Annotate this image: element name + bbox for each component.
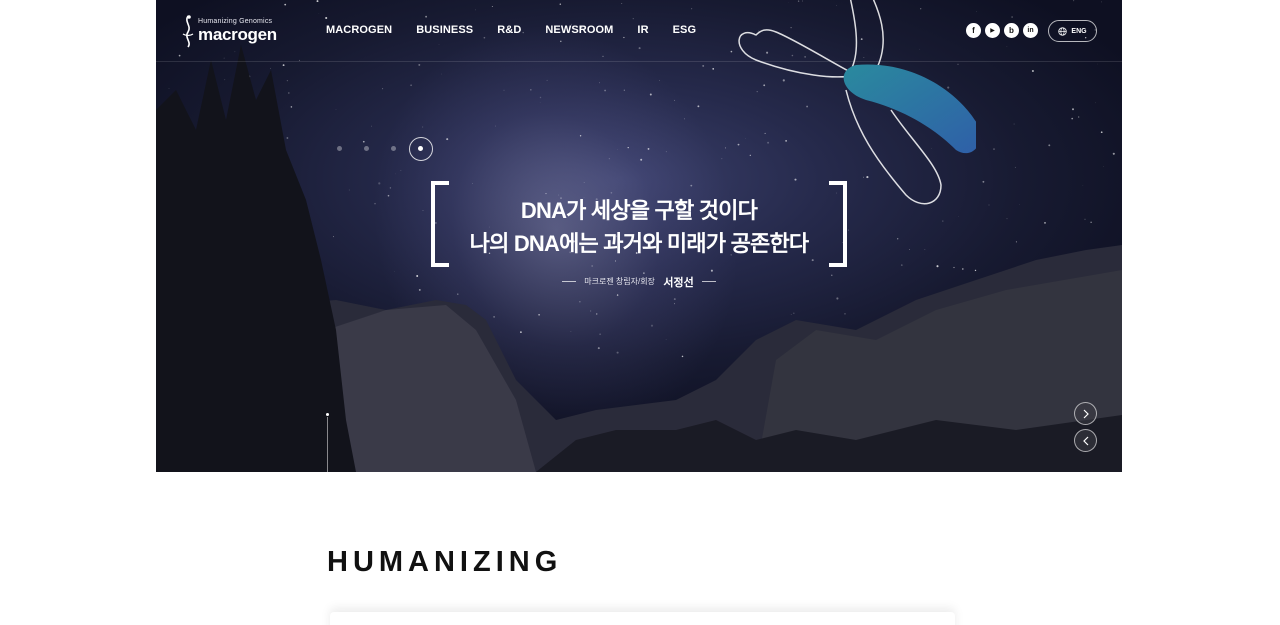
attribution-name: 서정선 — [663, 276, 694, 289]
facebook-icon[interactable]: f — [966, 23, 981, 38]
chevron-left-icon — [1082, 436, 1088, 445]
scroll-indicator-dot — [326, 413, 329, 416]
next-slide-button[interactable] — [1074, 402, 1097, 425]
macrogen-logo[interactable]: Humanizing Genomics macrogen — [180, 14, 290, 50]
nav-item-esg[interactable]: ESG — [673, 24, 697, 36]
hero-banner: Humanizing Genomics macrogen MACROGEN BU… — [156, 0, 1122, 472]
dna-figure-icon — [182, 15, 194, 48]
language-label: ENG — [1071, 27, 1087, 35]
language-button[interactable]: ENG — [1048, 20, 1097, 42]
linkedin-icon[interactable]: in — [1023, 23, 1038, 38]
youtube-icon[interactable]: ▶ — [985, 23, 1000, 38]
prev-slide-button[interactable] — [1074, 429, 1097, 452]
slide-dot-1[interactable] — [337, 146, 342, 151]
attribution-role: 마크로젠 창립자/회장 — [584, 277, 655, 287]
social-links: f ▶ b in — [966, 23, 1038, 38]
quote-attribution: 마크로젠 창립자/회장 서정선 — [446, 273, 832, 291]
quote-line-1: DNA가 세상을 구할 것이다 — [520, 198, 758, 223]
nav-item-macrogen[interactable]: MACROGEN — [326, 24, 392, 36]
content-card — [330, 612, 955, 625]
nav-item-business[interactable]: BUSINESS — [416, 24, 473, 36]
site-header: Humanizing Genomics macrogen MACROGEN BU… — [156, 0, 1122, 62]
chevron-right-icon — [1083, 409, 1089, 418]
globe-icon — [1058, 26, 1068, 36]
section-title: HUMANIZING — [327, 546, 563, 578]
slide-dot-4-active[interactable] — [418, 146, 423, 151]
quote-line-2: 나의 DNA에는 과거와 미래가 공존한다 — [469, 231, 809, 256]
main-nav: MACROGEN BUSINESS R&D NEWSROOM IR ESG — [326, 24, 696, 36]
logo-tagline: Humanizing Genomics — [198, 18, 273, 25]
scroll-indicator-line — [327, 417, 328, 472]
attribution-dash-left — [561, 281, 576, 283]
slide-dot-2[interactable] — [364, 146, 369, 151]
slide-dot-3[interactable] — [391, 146, 396, 151]
logo-wordmark: macrogen — [198, 25, 277, 44]
nav-item-ir[interactable]: IR — [637, 24, 648, 36]
slide-pagination — [336, 137, 436, 161]
nav-item-rnd[interactable]: R&D — [497, 24, 521, 36]
hero-quote: DNA가 세상을 구할 것이다 나의 DNA에는 과거와 미래가 공존한다 — [446, 194, 832, 260]
blog-icon[interactable]: b — [1004, 23, 1019, 38]
nav-item-newsroom[interactable]: NEWSROOM — [545, 24, 613, 36]
attribution-dash-right — [702, 281, 717, 283]
